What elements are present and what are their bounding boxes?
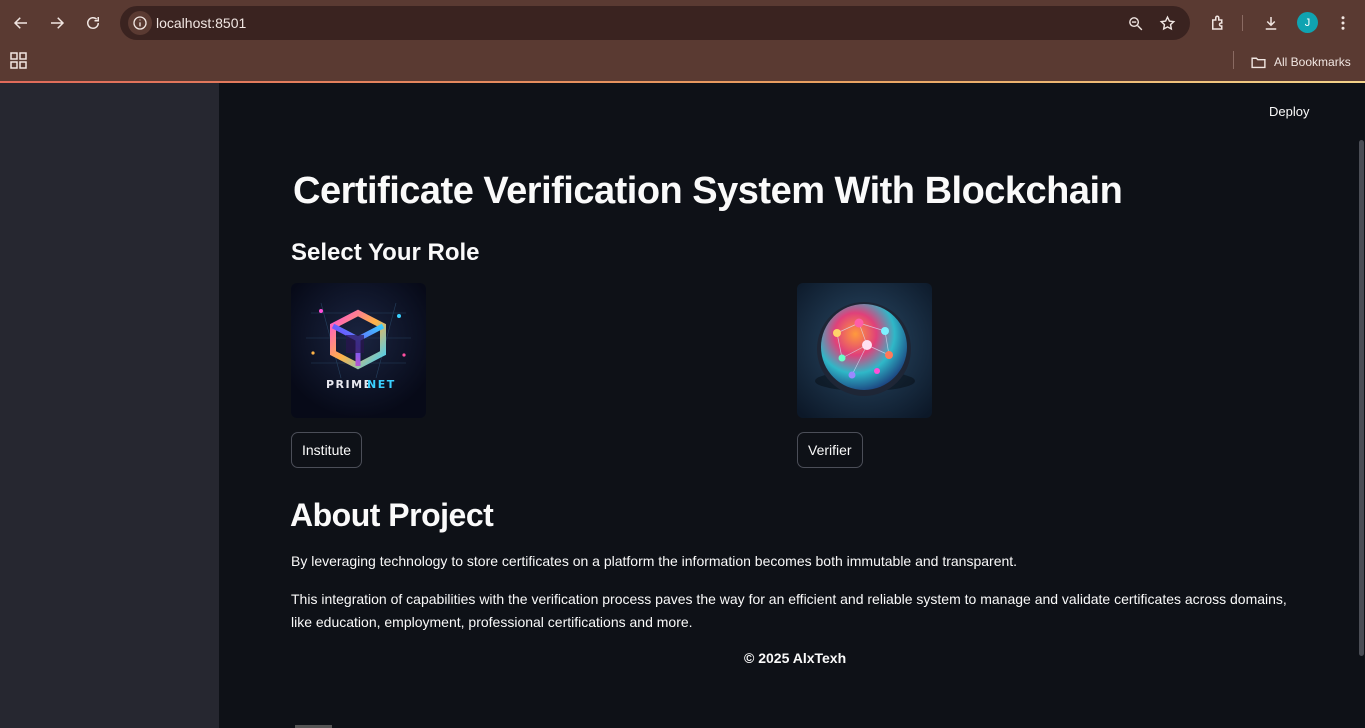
verifier-logo (797, 283, 932, 418)
site-info-icon[interactable] (128, 11, 152, 35)
about-paragraph-1: By leveraging technology to store certif… (291, 553, 1018, 569)
zoom-icon[interactable] (1125, 13, 1145, 33)
apps-grid-icon[interactable] (10, 52, 28, 70)
address-bar[interactable]: localhost:8501 (120, 6, 1190, 40)
menu-kebab-icon[interactable] (1331, 11, 1355, 35)
logo-text-prime: PRIME (326, 378, 373, 391)
url-text[interactable]: localhost:8501 (156, 15, 246, 31)
scrollbar[interactable] (1359, 140, 1364, 656)
bookmarks-bar (0, 46, 1365, 81)
verifier-button[interactable]: Verifier (797, 432, 863, 468)
institute-button[interactable]: Institute (291, 432, 363, 468)
institute-logo: PRIME NET (291, 283, 426, 418)
download-icon[interactable] (1259, 11, 1283, 35)
bookmarks-divider (1233, 51, 1234, 69)
about-heading: About Project (290, 497, 494, 533)
profile-avatar[interactable]: J (1297, 12, 1318, 33)
reload-icon[interactable] (81, 11, 105, 35)
about-paragraph-2: This integration of capabilities with th… (291, 591, 1287, 630)
extensions-icon[interactable] (1206, 11, 1230, 35)
role-heading: Select Your Role (291, 239, 480, 266)
all-bookmarks-button[interactable]: All Bookmarks (1250, 52, 1351, 72)
logo-text-net: NET (367, 378, 396, 391)
footer-copyright: © 2025 AlxTexh (744, 650, 847, 666)
toolbar-divider (1242, 15, 1243, 31)
folder-icon (1251, 57, 1266, 68)
all-bookmarks-label: All Bookmarks (1274, 55, 1351, 69)
page-title: Certificate Verification System With Blo… (293, 170, 1123, 212)
deploy-button[interactable]: Deploy (1258, 102, 1320, 121)
forward-icon[interactable] (45, 11, 69, 35)
sidebar (0, 83, 219, 728)
back-icon[interactable] (9, 11, 33, 35)
bookmark-star-icon[interactable] (1157, 13, 1177, 33)
